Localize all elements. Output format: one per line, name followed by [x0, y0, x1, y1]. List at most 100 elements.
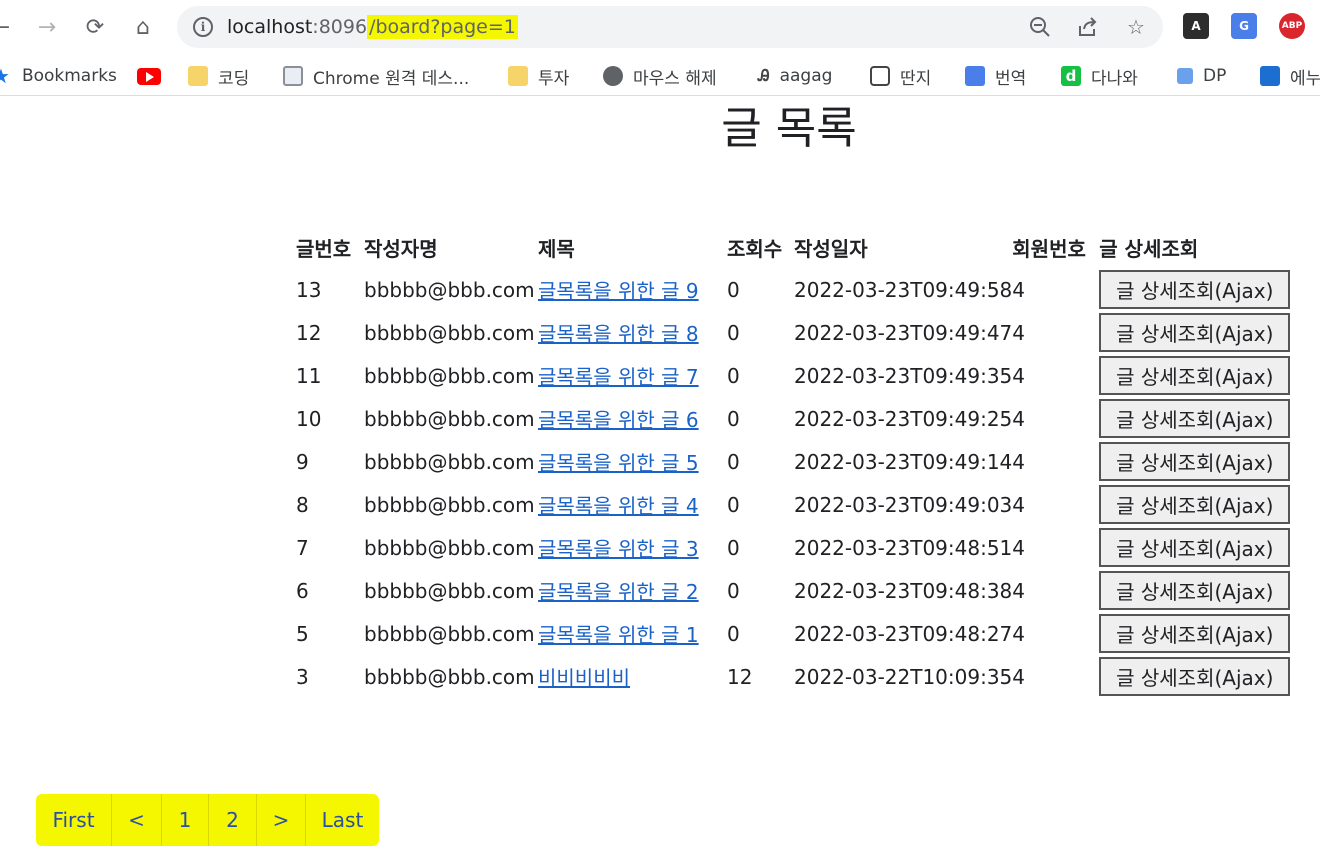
cell-author: bbbbb@bbb.com — [364, 535, 535, 560]
dp-icon — [1177, 68, 1193, 84]
cell-date: 2022-03-23T09:49:58 — [794, 277, 1013, 302]
bookmark-dp[interactable]: DP — [1177, 65, 1226, 87]
cell-author: bbbbb@bbb.com — [364, 449, 535, 474]
post-title-link[interactable]: 글목록을 위한 글 7 — [538, 365, 699, 389]
zoom-icon[interactable] — [1027, 14, 1053, 40]
cell-member: 4 — [1012, 406, 1026, 431]
cell-title: 글목록을 위한 글 4 — [538, 483, 727, 526]
back-button[interactable]: ← — [0, 10, 18, 44]
post-title-link[interactable]: 글목록을 위한 글 8 — [538, 322, 699, 346]
bookmark-bookmarks[interactable]: ★ Bookmarks — [0, 64, 117, 88]
page-2-link[interactable]: 2 — [209, 794, 257, 846]
page-1-link[interactable]: 1 — [162, 794, 209, 846]
star-icon: ★ — [0, 64, 10, 88]
bookmark-coding[interactable]: 코딩 — [188, 65, 249, 89]
post-title-link[interactable]: 글목록을 위한 글 5 — [538, 451, 699, 475]
bookmark-mouse[interactable]: 마우스 해제 — [603, 65, 717, 89]
bookmarks-bar: ★ Bookmarks 코딩 Chrome 원격 데스... 투자 마우스 해제… — [0, 56, 1320, 96]
bookmark-label: 투자 — [538, 68, 570, 89]
extension-a-icon[interactable]: A — [1183, 13, 1209, 39]
bookmark-invest[interactable]: 투자 — [508, 65, 570, 89]
page-prev-link[interactable]: < — [112, 794, 162, 846]
column-header-detail: 글 상세조회 — [1099, 236, 1199, 261]
post-title-link[interactable]: 글목록을 위한 글 9 — [538, 279, 699, 303]
page-next-link[interactable]: > — [257, 794, 306, 846]
page-title: 글 목록 — [721, 103, 857, 154]
page-first-link[interactable]: First — [36, 794, 112, 846]
share-icon[interactable] — [1075, 14, 1101, 40]
cell-date: 2022-03-23T09:49:25 — [794, 406, 1013, 431]
cell-author: bbbbb@bbb.com — [364, 621, 535, 646]
info-icon[interactable]: i — [193, 17, 213, 37]
bookmark-label: Bookmarks — [21, 66, 117, 86]
table-header-row: 글번호 작성자명 제목 조회수 작성일자 회원번호 글 상세조회 — [296, 226, 1299, 268]
column-header-author: 작성자명 — [364, 236, 438, 261]
detail-ajax-button[interactable]: 글 상세조회(Ajax) — [1099, 485, 1291, 524]
column-header-no: 글번호 — [296, 236, 352, 261]
bookmark-enuri[interactable]: 에누 — [1260, 65, 1320, 89]
detail-ajax-button[interactable]: 글 상세조회(Ajax) — [1099, 356, 1291, 395]
table-row: 7 bbbbb@bbb.com 글목록을 위한 글 3 0 2022-03-23T09:… — [296, 526, 1299, 569]
google-translate-icon[interactable]: G — [1231, 13, 1257, 39]
cell-title: 글목록을 위한 글 1 — [538, 612, 727, 655]
detail-ajax-button[interactable]: 글 상세조회(Ajax) — [1099, 399, 1291, 438]
post-title-link[interactable]: 글목록을 위한 글 1 — [538, 623, 699, 647]
cell-author: bbbbb@bbb.com — [364, 492, 535, 517]
detail-ajax-button[interactable]: 글 상세조회(Ajax) — [1099, 571, 1291, 610]
post-title-link[interactable]: 비비비비비 — [538, 666, 630, 690]
cell-member: 4 — [1012, 535, 1026, 560]
page-last-link[interactable]: Last — [306, 794, 379, 846]
cell-detail: 글 상세조회(Ajax) — [1099, 655, 1299, 698]
cell-member: 4 — [1012, 578, 1026, 603]
url-host: localhost — [227, 16, 313, 38]
translate-icon — [965, 66, 985, 86]
cell-member: 4 — [1012, 664, 1026, 689]
remote-desktop-icon — [283, 66, 303, 86]
detail-ajax-button[interactable]: 글 상세조회(Ajax) — [1099, 528, 1291, 567]
cell-title: 글목록을 위한 글 5 — [538, 440, 727, 483]
page-title-wrapper: 글 목록 — [0, 101, 1320, 157]
cell-detail: 글 상세조회(Ajax) — [1099, 612, 1299, 655]
bookmark-chrome-remote[interactable]: Chrome 원격 데스... — [283, 65, 469, 89]
bookmark-label: 딴지 — [900, 68, 932, 89]
detail-ajax-button[interactable]: 글 상세조회(Ajax) — [1099, 270, 1291, 309]
cell-no: 3 — [296, 664, 309, 689]
post-title-link[interactable]: 글목록을 위한 글 3 — [538, 537, 699, 561]
cell-date: 2022-03-23T09:49:47 — [794, 320, 1013, 345]
adblock-plus-icon[interactable]: ABP — [1279, 13, 1305, 39]
table-row: 8 bbbbb@bbb.com 글목록을 위한 글 4 0 2022-03-23T09:… — [296, 483, 1299, 526]
bookmark-aagag[interactable]: Ꭿ aagag — [758, 65, 832, 87]
url-text[interactable]: localhost:8096/board?page=1 — [227, 15, 518, 39]
detail-ajax-button[interactable]: 글 상세조회(Ajax) — [1099, 313, 1291, 352]
bookmark-translate[interactable]: 번역 — [965, 65, 1026, 89]
detail-ajax-button[interactable]: 글 상세조회(Ajax) — [1099, 657, 1291, 696]
cell-member: 4 — [1012, 320, 1026, 345]
bookmark-youtube[interactable] — [137, 65, 171, 87]
cell-date: 2022-03-23T09:48:27 — [794, 621, 1013, 646]
table-row: 3 bbbbb@bbb.com 비비비비비 12 2022-03-22T10:09:35… — [296, 655, 1299, 698]
cell-no: 6 — [296, 578, 309, 603]
cell-date: 2022-03-23T09:49:03 — [794, 492, 1013, 517]
bookmark-star-icon[interactable]: ☆ — [1123, 14, 1149, 40]
post-title-link[interactable]: 글목록을 위한 글 4 — [538, 494, 699, 518]
post-title-link[interactable]: 글목록을 위한 글 6 — [538, 408, 699, 432]
cell-author: bbbbb@bbb.com — [364, 664, 535, 689]
cell-no: 7 — [296, 535, 309, 560]
detail-ajax-button[interactable]: 글 상세조회(Ajax) — [1099, 614, 1291, 653]
browser-toolbar: ← → ⟳ ⌂ i localhost:8096/board?page=1 ☆ … — [0, 0, 1320, 56]
home-button[interactable]: ⌂ — [126, 10, 160, 44]
cell-date: 2022-03-23T09:48:51 — [794, 535, 1013, 560]
forward-button[interactable]: → — [30, 10, 64, 44]
cell-title: 글목록을 위한 글 6 — [538, 397, 727, 440]
detail-ajax-button[interactable]: 글 상세조회(Ajax) — [1099, 442, 1291, 481]
bookmark-ddanzi[interactable]: 딴지 — [870, 65, 932, 89]
cell-views: 0 — [727, 492, 740, 517]
url-port: :8096 — [312, 16, 368, 38]
enuri-icon — [1260, 66, 1280, 86]
bookmark-danawa[interactable]: d 다나와 — [1061, 65, 1138, 89]
youtube-icon — [137, 67, 161, 85]
cell-detail: 글 상세조회(Ajax) — [1099, 569, 1299, 612]
address-bar[interactable]: i localhost:8096/board?page=1 ☆ — [177, 6, 1163, 48]
post-title-link[interactable]: 글목록을 위한 글 2 — [538, 580, 699, 604]
reload-button[interactable]: ⟳ — [78, 10, 112, 44]
